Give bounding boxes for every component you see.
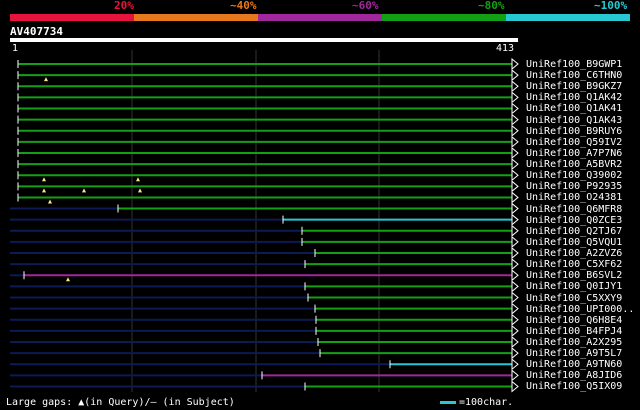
alignment-end-arrow: [511, 158, 519, 171]
query-gap-marker: [66, 277, 70, 282]
hit-label[interactable]: UniRef100_B4FPJ4: [526, 326, 622, 337]
hit-label[interactable]: UniRef100_B6SVL2: [526, 270, 622, 281]
hit-label[interactable]: UniRef100_P92935: [526, 181, 622, 192]
alignment-end-arrow: [511, 113, 519, 126]
hit-label[interactable]: UniRef100_A7P7N6: [526, 148, 622, 159]
hit-label[interactable]: UniRef100_Q1AK43: [526, 115, 622, 126]
hit-label[interactable]: UniRef100_B9GWP1: [526, 59, 622, 70]
alignment-end-arrow: [511, 335, 519, 349]
hit-label[interactable]: UniRef100_Q6MFR8: [526, 204, 622, 215]
hit-label[interactable]: UniRef100_Q2TJ67: [526, 226, 622, 237]
hit-label[interactable]: UniRef100_A5BVR2: [526, 159, 622, 170]
alignment-end-arrow: [511, 235, 519, 248]
hit-label[interactable]: UniRef100_A8JID6: [526, 370, 622, 381]
alignment-end-arrow: [511, 80, 519, 93]
alignment-end-arrow: [511, 258, 519, 271]
alignment-end-arrow: [511, 291, 519, 304]
hit-label[interactable]: UniRef100_Q1AK42: [526, 92, 622, 103]
hit-label[interactable]: UniRef100_UPI000..: [526, 304, 634, 315]
alignment-end-arrow: [511, 280, 519, 293]
hit-label[interactable]: UniRef100_B9GKZ7: [526, 81, 622, 92]
hit-label[interactable]: UniRef100_A9T5L7: [526, 348, 622, 359]
hit-label[interactable]: UniRef100_C5XF62: [526, 259, 622, 270]
query-gap-marker: [82, 188, 86, 193]
hit-label[interactable]: UniRef100_A2ZVZ6: [526, 248, 622, 259]
hit-label[interactable]: UniRef100_Q5IX09: [526, 381, 622, 392]
scale-text: =100char.: [459, 397, 514, 408]
hit-label[interactable]: UniRef100_C6THN0: [526, 70, 622, 81]
query-gap-marker: [138, 188, 142, 193]
query-gap-marker: [42, 188, 46, 193]
alignment-end-arrow: [511, 57, 519, 71]
query-gap-marker: [48, 199, 52, 204]
alignment-end-arrow: [511, 169, 519, 182]
scale-swatch: [440, 401, 456, 404]
hit-label[interactable]: UniRef100_Q59IV2: [526, 137, 622, 148]
alignment-end-arrow: [511, 358, 519, 371]
hit-label[interactable]: UniRef100_Q0IJY1: [526, 281, 622, 292]
alignment-end-arrow: [511, 146, 519, 160]
query-gap-marker: [136, 177, 140, 182]
gap-legend: Large gaps: ▲(in Query)/– (in Subject): [6, 397, 235, 408]
hit-label[interactable]: UniRef100_Q39002: [526, 170, 622, 181]
hit-label[interactable]: UniRef100_Q0ZCE3: [526, 215, 622, 226]
alignment-end-arrow: [511, 124, 519, 137]
alignment-end-arrow: [511, 347, 519, 360]
alignment-end-arrow: [511, 269, 519, 282]
scale-note: =100char.: [440, 397, 513, 408]
alignment-end-arrow: [511, 224, 519, 237]
alignment-end-arrow: [511, 202, 519, 215]
query-gap-marker: [42, 177, 46, 182]
alignment-end-arrow: [511, 91, 519, 104]
alignment-end-arrow: [511, 380, 519, 393]
alignment-end-arrow: [511, 135, 519, 148]
alignment-end-arrow: [511, 369, 519, 382]
alignment-end-arrow: [511, 180, 519, 193]
alignment-end-arrow: [511, 191, 519, 204]
hit-label[interactable]: UniRef100_Q1AK41: [526, 103, 622, 114]
alignment-end-arrow: [511, 69, 519, 82]
hit-label[interactable]: UniRef100_B9RUY6: [526, 126, 622, 137]
hit-label[interactable]: UniRef100_Q5VQU1: [526, 237, 622, 248]
alignment-end-arrow: [511, 302, 519, 315]
alignment-end-arrow: [511, 313, 519, 326]
query-gap-marker: [44, 77, 48, 82]
hit-label[interactable]: UniRef100_O24381: [526, 192, 622, 203]
hit-label[interactable]: UniRef100_C5XXY9: [526, 293, 622, 304]
hit-label[interactable]: UniRef100_Q6H8E4: [526, 315, 622, 326]
hit-label[interactable]: UniRef100_A2X295: [526, 337, 622, 348]
alignment-end-arrow: [511, 213, 519, 226]
hit-label[interactable]: UniRef100_A9TN60: [526, 359, 622, 370]
alignment-end-arrow: [511, 246, 519, 260]
alignment-end-arrow: [511, 324, 519, 337]
alignment-end-arrow: [511, 102, 519, 115]
